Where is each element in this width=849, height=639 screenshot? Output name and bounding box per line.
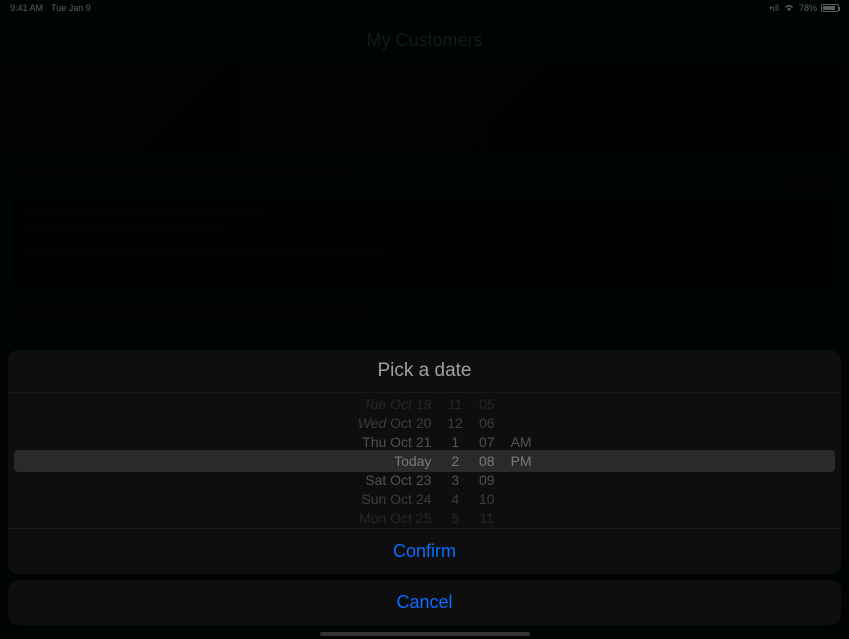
- picker-wheels: Tue Oct 19 Wed Oct 20 Thu Oct 21 Today S…: [8, 393, 841, 528]
- picker-sheet: Pick a date Tue Oct 19 Wed Oct 20 Thu Oc…: [8, 350, 841, 574]
- date-wheel[interactable]: Tue Oct 19 Wed Oct 20 Thu Oct 21 Today S…: [309, 393, 439, 528]
- date-picker-modal: Pick a date Tue Oct 19 Wed Oct 20 Thu Oc…: [0, 350, 849, 639]
- cancel-sheet: Cancel: [8, 580, 841, 625]
- minute-wheel[interactable]: 05 06 07 08 09 10 11: [471, 393, 503, 528]
- hour-wheel[interactable]: 11 12 1 2 3 4 5: [439, 393, 471, 528]
- cancel-button[interactable]: Cancel: [8, 580, 841, 625]
- picker-title: Pick a date: [8, 350, 841, 393]
- confirm-button[interactable]: Confirm: [8, 528, 841, 574]
- home-indicator: [320, 632, 530, 636]
- ampm-wheel[interactable]: AM PM: [503, 393, 540, 528]
